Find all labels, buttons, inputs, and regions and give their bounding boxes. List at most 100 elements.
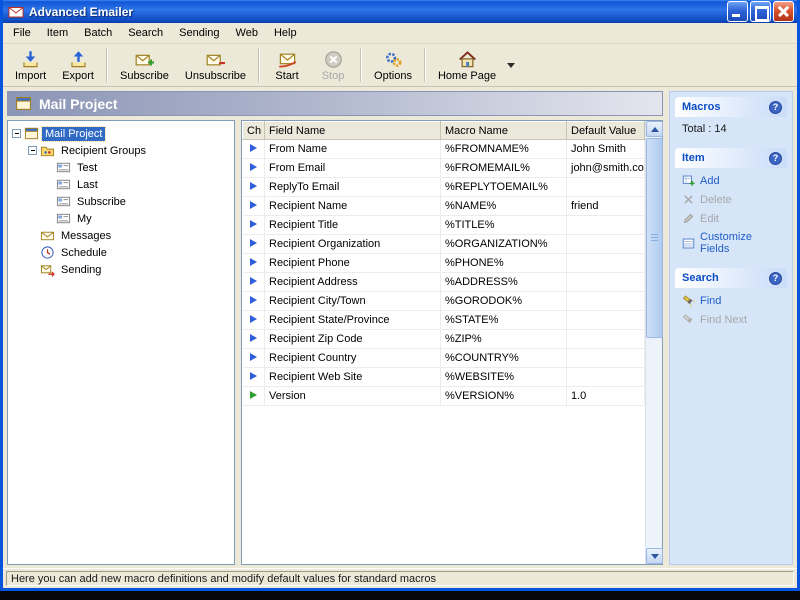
menu-help[interactable]: Help <box>266 24 305 42</box>
status-message: Here you can add new macro definitions a… <box>6 571 794 586</box>
project-title: Mail Project <box>39 95 118 112</box>
menu-web[interactable]: Web <box>228 24 266 42</box>
tree-item-subscribe[interactable]: Subscribe <box>10 193 232 210</box>
project-column: Mail Project Mail Project Recipient Grou… <box>7 91 663 565</box>
stop-icon <box>324 50 342 68</box>
home-page-dropdown[interactable] <box>504 46 517 84</box>
find-next-link[interactable]: Find Next <box>682 313 783 326</box>
macro-item-icon <box>249 182 257 190</box>
column-header-default-value[interactable]: Default Value <box>566 121 645 140</box>
table-row[interactable]: Recipient Zip Code %ZIP% <box>242 329 645 349</box>
task-sidebar: Macros ? Total : 14 Item ? Add Delete Ed… <box>669 91 793 565</box>
tree-item-messages[interactable]: Messages <box>10 227 232 244</box>
add-icon <box>682 175 695 186</box>
recipient-groups-icon <box>40 146 55 157</box>
macros-section: Macros ? Total : 14 <box>675 97 787 137</box>
home-page-button[interactable]: Home Page <box>430 46 504 85</box>
edit-link[interactable]: Edit <box>682 212 783 225</box>
table-row[interactable]: Recipient Address %ADDRESS% <box>242 272 645 292</box>
macro-item-icon <box>249 144 257 152</box>
toolbar: Import Export Subscribe Unsubscribe Star… <box>3 44 797 87</box>
column-header-ch[interactable]: Ch <box>242 121 265 140</box>
macro-item-icon <box>249 372 257 380</box>
tree-item-sending[interactable]: Sending <box>10 261 232 278</box>
maximize-button[interactable] <box>750 1 771 22</box>
sending-icon <box>40 265 55 277</box>
tree-item-mail-project[interactable]: Mail Project <box>10 125 232 142</box>
recipient-group-icon <box>56 179 71 190</box>
delete-link[interactable]: Delete <box>682 193 783 206</box>
collapse-expander-icon[interactable] <box>12 129 21 138</box>
table-row[interactable]: Recipient Phone %PHONE% <box>242 253 645 273</box>
menu-item[interactable]: Item <box>39 24 76 42</box>
app-window: Advanced Emailer File Item Batch Search … <box>0 0 800 591</box>
find-link[interactable]: Find <box>682 294 783 307</box>
menu-batch[interactable]: Batch <box>76 24 120 42</box>
table-row[interactable]: ReplyTo Email %REPLYTOEMAIL% <box>242 177 645 197</box>
scrollbar-thumb[interactable] <box>646 138 663 338</box>
add-link[interactable]: Add <box>682 174 783 187</box>
project-icon <box>16 97 31 110</box>
tree-item-recipient-groups[interactable]: Recipient Groups <box>10 142 232 159</box>
vertical-scrollbar[interactable] <box>645 121 663 564</box>
close-button[interactable] <box>773 1 794 22</box>
table-row[interactable]: From Name %FROMNAME% John Smith <box>242 139 645 159</box>
tree-item-my[interactable]: My <box>10 210 232 227</box>
scroll-up-button[interactable] <box>646 121 663 137</box>
menu-sending[interactable]: Sending <box>171 24 227 42</box>
table-row[interactable]: Recipient State/Province %STATE% <box>242 310 645 330</box>
find-next-flashlight-icon <box>682 314 693 324</box>
arrow-down-icon <box>650 553 659 559</box>
tree-item-schedule[interactable]: Schedule <box>10 244 232 261</box>
minimize-button[interactable] <box>727 1 748 22</box>
table-row[interactable]: Recipient Organization %ORGANIZATION% <box>242 234 645 254</box>
macro-table: Ch Field Name Macro Name Default Value F… <box>242 121 645 406</box>
help-icon[interactable]: ? <box>769 271 782 285</box>
arrow-up-icon <box>650 126 659 132</box>
table-row[interactable]: Recipient Name %NAME% friend <box>242 196 645 216</box>
column-header-field-name[interactable]: Field Name <box>264 121 441 140</box>
toolbar-separator <box>360 48 363 82</box>
table-row[interactable]: Recipient Country %COUNTRY% <box>242 348 645 368</box>
table-row[interactable]: Recipient Web Site %WEBSITE% <box>242 367 645 387</box>
macro-item-icon <box>249 391 257 399</box>
help-icon[interactable]: ? <box>769 100 782 114</box>
tree-item-last[interactable]: Last <box>10 176 232 193</box>
macro-item-icon <box>249 315 257 323</box>
chevron-down-icon <box>506 62 515 68</box>
import-button[interactable]: Import <box>7 46 54 85</box>
macro-item-icon <box>249 296 257 304</box>
table-row[interactable]: From Email %FROMEMAIL% john@smith.com <box>242 158 645 178</box>
export-button[interactable]: Export <box>54 46 102 85</box>
table-row[interactable]: Version %VERSION% 1.0 <box>242 386 645 406</box>
table-row[interactable]: Recipient Title %TITLE% <box>242 215 645 235</box>
macro-item-icon <box>249 258 257 266</box>
project-header: Mail Project <box>7 91 663 116</box>
collapse-expander-icon[interactable] <box>28 146 37 155</box>
search-section-title: Search <box>682 272 719 284</box>
start-button[interactable]: Start <box>264 46 310 85</box>
titlebar[interactable]: Advanced Emailer <box>3 0 797 23</box>
tree-item-test[interactable]: Test <box>10 159 232 176</box>
main-row: Mail Project Recipient Groups Test Last … <box>7 120 663 565</box>
window-title: Advanced Emailer <box>29 4 134 19</box>
toolbar-separator <box>258 48 261 82</box>
unsubscribe-icon <box>206 54 225 65</box>
macro-item-icon <box>249 353 257 361</box>
menu-search[interactable]: Search <box>120 24 171 42</box>
help-icon[interactable]: ? <box>769 151 782 165</box>
menu-file[interactable]: File <box>5 24 39 42</box>
scroll-down-button[interactable] <box>646 548 663 564</box>
unsubscribe-button[interactable]: Unsubscribe <box>177 46 254 85</box>
search-section: Search ? Find Find Next <box>675 268 787 328</box>
customize-fields-link[interactable]: Customize Fields <box>682 231 783 255</box>
macro-total-count: Total : 14 <box>682 123 727 135</box>
export-icon <box>70 50 86 67</box>
table-row[interactable]: Recipient City/Town %GORODOK% <box>242 291 645 311</box>
options-button[interactable]: Options <box>366 46 420 85</box>
subscribe-icon <box>135 54 154 65</box>
options-icon <box>385 52 401 67</box>
column-header-macro-name[interactable]: Macro Name <box>440 121 567 140</box>
subscribe-button[interactable]: Subscribe <box>112 46 177 85</box>
stop-button[interactable]: Stop <box>310 46 356 85</box>
